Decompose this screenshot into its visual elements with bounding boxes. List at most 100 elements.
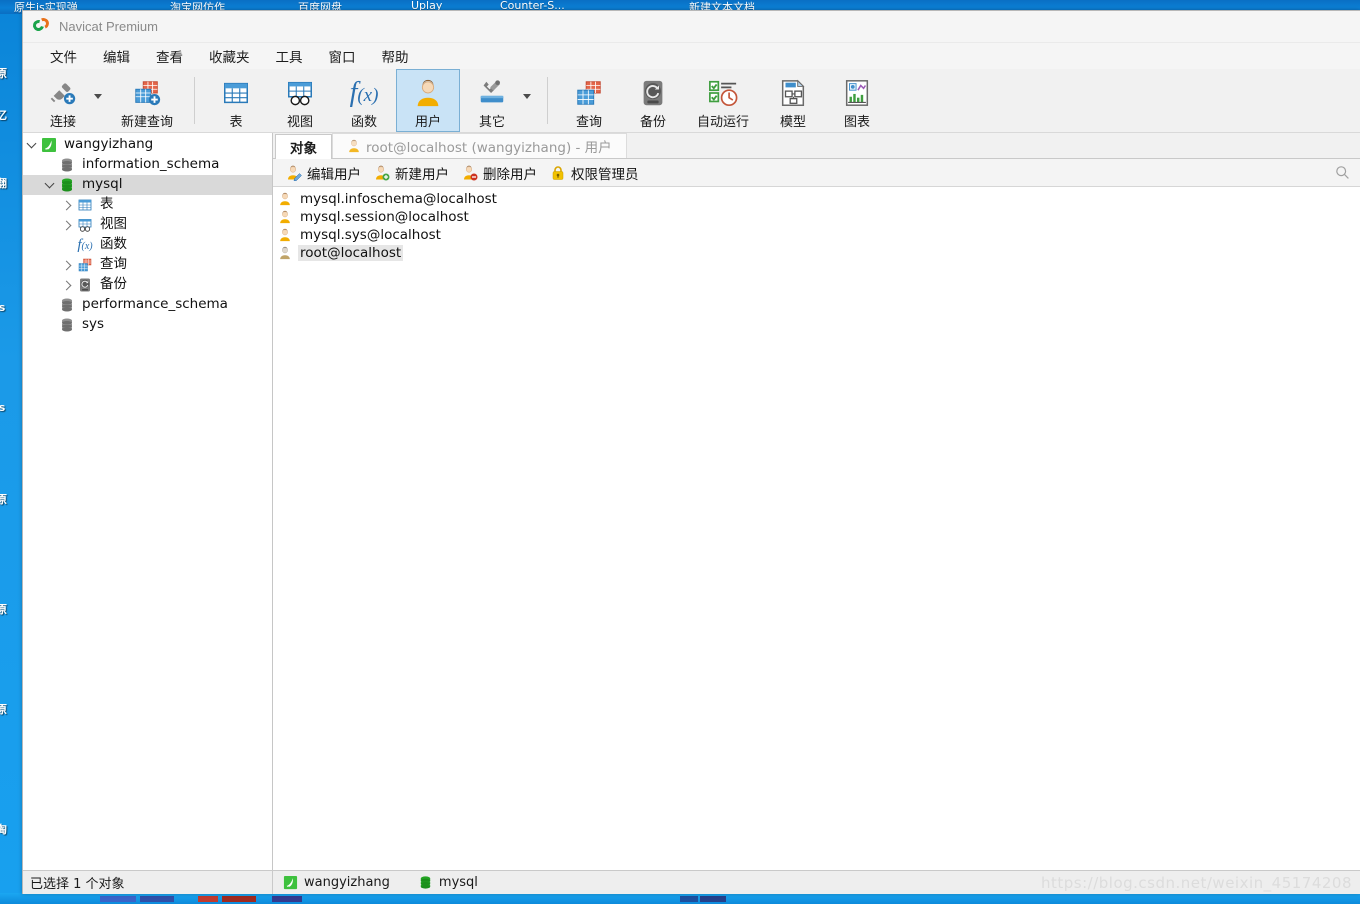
tree-node-查询[interactable]: 查询 xyxy=(23,255,272,275)
tab-1[interactable]: root@localhost (wangyizhang) - 用户 xyxy=(332,133,627,158)
menu-item-6[interactable]: 帮助 xyxy=(369,43,422,69)
chevron-down-icon[interactable] xyxy=(41,183,57,187)
desktop-icon-label-3[interactable]: js xyxy=(0,302,24,314)
user-icon xyxy=(413,78,443,108)
database-gray-icon xyxy=(59,297,75,313)
toolbar-icon-wrap xyxy=(708,76,738,110)
object-toolbar-权限管理员[interactable]: 权限管理员 xyxy=(545,161,647,185)
toolbar-button-label: 表 xyxy=(229,115,243,130)
menu-item-5[interactable]: 窗口 xyxy=(316,43,369,69)
object-toolbar-label: 权限管理员 xyxy=(571,166,639,183)
chevron-right-icon[interactable] xyxy=(59,222,75,229)
user-list-item[interactable]: root@localhost xyxy=(273,244,1360,262)
tree-node-information_schema[interactable]: information_schema xyxy=(23,155,272,175)
tree-node-sys[interactable]: sys xyxy=(23,315,272,335)
chevron-down-icon[interactable] xyxy=(94,94,102,99)
tree-node-label: 视图 xyxy=(100,216,127,233)
tree-node-performance_schema[interactable]: performance_schema xyxy=(23,295,272,315)
menu-item-2[interactable]: 查看 xyxy=(143,43,196,69)
tree-node-wangyizhang[interactable]: wangyizhang xyxy=(23,135,272,155)
chevron-down-icon[interactable] xyxy=(23,143,39,147)
toolbar-button-视图[interactable]: 视图 xyxy=(268,69,332,132)
user-list-item[interactable]: mysql.session@localhost xyxy=(273,208,1360,226)
new-user-icon xyxy=(374,165,390,181)
object-toolbar-删除用户[interactable]: 删除用户 xyxy=(457,161,545,185)
status-bar: 已选择 1 个对象 wangyizhang mysql https://blog… xyxy=(23,870,1360,894)
menu-item-4[interactable]: 工具 xyxy=(263,43,316,69)
desktop-icon-label-7[interactable]: 原 xyxy=(0,704,24,716)
user-list-item[interactable]: mysql.sys@localhost xyxy=(273,226,1360,244)
automation-icon xyxy=(708,78,738,108)
search-icon[interactable] xyxy=(1335,165,1350,180)
desktop-icon-label-1[interactable]: 忆 xyxy=(0,110,24,122)
toolbar-icon-wrap xyxy=(48,76,78,110)
toolbar-button-自动运行[interactable]: 自动运行 xyxy=(685,69,761,132)
toolbar-group-1: 表 视图 f(x) 函数 用户 其它 xyxy=(204,69,538,132)
taskbar-thumb xyxy=(700,896,726,902)
toolbar-icon-wrap xyxy=(477,76,507,110)
tree-node-label: 备份 xyxy=(100,276,127,293)
toolbar-button-备份[interactable]: 备份 xyxy=(621,69,685,132)
toolbar-button-label: 新建查询 xyxy=(120,115,173,130)
tree-node-label: performance_schema xyxy=(82,296,228,313)
menu-item-0[interactable]: 文件 xyxy=(37,43,90,69)
toolbar-separator xyxy=(547,77,548,124)
toolbar-button-表[interactable]: 表 xyxy=(204,69,268,132)
toolbar-button-其它[interactable]: 其它 xyxy=(460,69,531,132)
toolbar-icon-wrap xyxy=(778,76,808,110)
menu-item-3[interactable]: 收藏夹 xyxy=(196,43,263,69)
user-list[interactable]: mysql.infoschema@localhost mysql.session… xyxy=(273,187,1360,870)
toolbar-group-0: 连接 新建查询 xyxy=(31,69,185,132)
model-icon xyxy=(778,78,808,108)
tab-0[interactable]: 对象 xyxy=(275,134,332,159)
toolbar-button-label: 视图 xyxy=(286,115,313,130)
desktop-icon-label-6[interactable]: 原 xyxy=(0,604,24,616)
delete-user-icon xyxy=(462,165,478,181)
toolbar-button-label: 查询 xyxy=(575,115,602,130)
toolbar-icon-wrap xyxy=(574,76,604,110)
tree-node-备份[interactable]: 备份 xyxy=(23,275,272,295)
desktop-icon-label-5[interactable]: 原 xyxy=(0,494,24,506)
tree-node-label: mysql xyxy=(82,176,123,193)
toolbar-button-连接[interactable]: 连接 xyxy=(31,69,102,132)
database-green-icon xyxy=(59,177,75,193)
tree-node-视图[interactable]: 视图 xyxy=(23,215,272,235)
toolbar-button-函数[interactable]: f(x) 函数 xyxy=(332,69,396,132)
database-gray-icon xyxy=(59,157,75,173)
toolbar-button-用户[interactable]: 用户 xyxy=(396,69,460,132)
tree-node-icon-wrap xyxy=(75,277,95,293)
main-toolbar: 连接 新建查询 表 视图 f(x) 函数 用户 其它 查询 备份 自动运行 模型… xyxy=(23,69,1360,133)
chevron-right-icon[interactable] xyxy=(59,202,75,209)
desktop-icon-label-4[interactable]: js xyxy=(0,402,24,414)
menu-item-1[interactable]: 编辑 xyxy=(90,43,143,69)
user-icon xyxy=(278,210,292,224)
tree-node-mysql[interactable]: mysql xyxy=(23,175,272,195)
toolbar-icon-wrap xyxy=(285,76,315,110)
tree-node-表[interactable]: 表 xyxy=(23,195,272,215)
chevron-right-icon[interactable] xyxy=(59,262,75,269)
toolbar-button-查询[interactable]: 查询 xyxy=(557,69,621,132)
toolbar-button-模型[interactable]: 模型 xyxy=(761,69,825,132)
desktop-icon-label-2[interactable]: 翻 xyxy=(0,178,24,190)
desktop-icon-label-8[interactable]: 淘 xyxy=(0,824,24,836)
tree-node-函数[interactable]: f(x) 函数 xyxy=(23,235,272,255)
user-name: mysql.session@localhost xyxy=(300,209,469,225)
status-context-items: wangyizhang mysql xyxy=(273,871,498,894)
desktop-icon-label-0[interactable]: 原 xyxy=(0,68,24,80)
toolbar-button-label: 其它 xyxy=(478,115,505,130)
chevron-right-icon[interactable] xyxy=(59,282,75,289)
chevron-down-icon[interactable] xyxy=(523,94,531,99)
tree-node-icon-wrap xyxy=(39,137,59,153)
others-icon xyxy=(477,78,507,108)
toolbar-button-新建查询[interactable]: 新建查询 xyxy=(109,69,185,132)
user-list-item[interactable]: mysql.infoschema@localhost xyxy=(273,190,1360,208)
toolbar-button-图表[interactable]: 图表 xyxy=(825,69,889,132)
tab-label: 对象 xyxy=(290,141,317,157)
connection-icon xyxy=(48,78,78,108)
taskbar-thumb xyxy=(272,896,302,902)
object-toolbar-编辑用户[interactable]: 编辑用户 xyxy=(281,161,369,185)
toolbar-icon-wrap: f(x) xyxy=(349,76,379,110)
tree-node-label: information_schema xyxy=(82,156,220,173)
object-toolbar-新建用户[interactable]: 新建用户 xyxy=(369,161,457,185)
connection-tree-sidebar[interactable]: wangyizhang information_schema mysql 表 视… xyxy=(23,133,273,870)
